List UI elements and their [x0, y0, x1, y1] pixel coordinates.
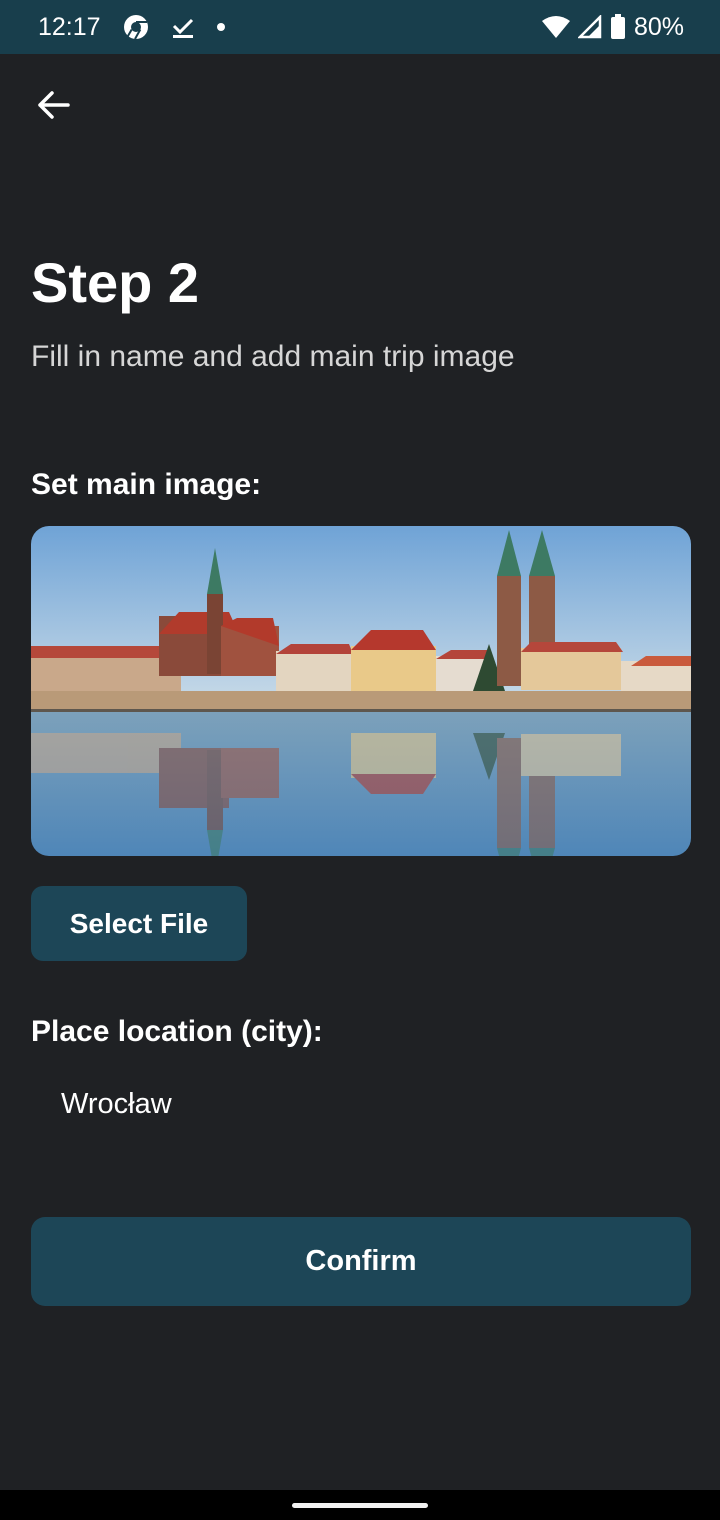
- city-label: Place location (city):: [31, 1015, 323, 1048]
- back-button[interactable]: [28, 82, 78, 132]
- status-time: 12:17: [38, 12, 101, 41]
- battery-percent: 80%: [633, 12, 684, 41]
- chrome-icon: [123, 14, 149, 40]
- status-right: 80%: [541, 12, 684, 42]
- battery-icon: [610, 14, 626, 40]
- cell-signal-icon: [577, 15, 602, 39]
- city-input[interactable]: [31, 1076, 691, 1132]
- confirm-button[interactable]: Confirm: [31, 1217, 691, 1306]
- page-title: Step 2: [31, 251, 200, 314]
- status-bar: 12:17 80%: [0, 0, 720, 54]
- select-file-button[interactable]: Select File: [31, 886, 247, 961]
- notification-dot-icon: [216, 23, 225, 31]
- status-left: 12:17: [38, 13, 542, 42]
- arrow-back-icon: [36, 90, 70, 125]
- home-indicator[interactable]: [292, 1503, 428, 1508]
- wifi-icon: [541, 15, 570, 39]
- main-trip-image: [31, 526, 691, 856]
- download-done-icon: [171, 15, 195, 39]
- image-label: Set main image:: [31, 468, 262, 501]
- system-nav-bar: [0, 1490, 720, 1520]
- page-subtitle: Fill in name and add main trip image: [31, 340, 515, 373]
